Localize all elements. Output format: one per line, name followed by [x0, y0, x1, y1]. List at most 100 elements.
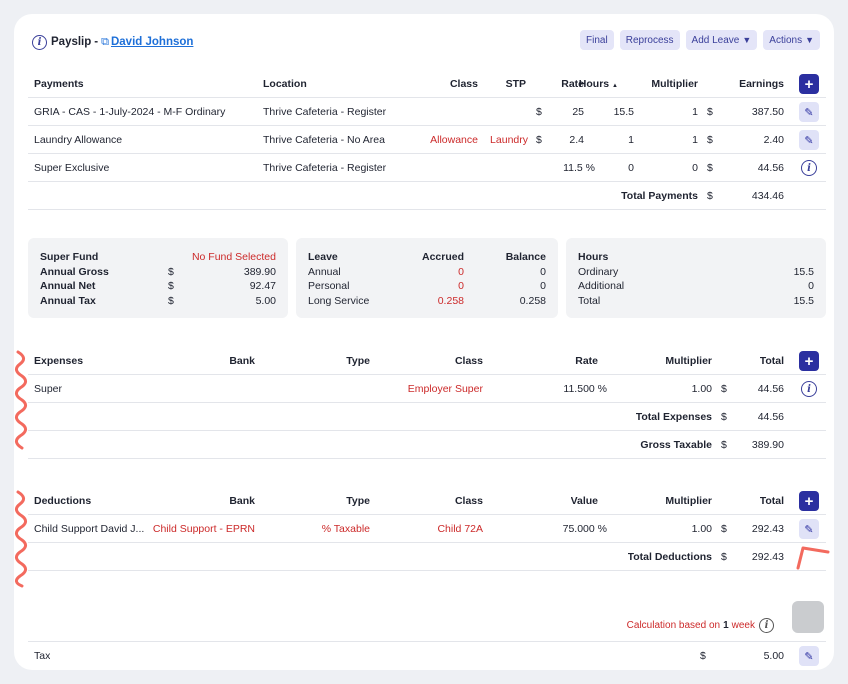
balance-header: Balance [505, 251, 546, 263]
payment-earnings-currency: $ [707, 134, 713, 146]
payment-location: Thrive Cafeteria - No Area [263, 134, 385, 146]
add-expense-button[interactable]: + [799, 351, 819, 371]
info-icon[interactable]: i [759, 618, 774, 633]
expenses-table: Expenses Bank Type Class Rate Multiplier… [28, 347, 826, 459]
col-total: Total [759, 495, 784, 507]
payments-header-row: Payments Location Class STP Rate Hours ▲… [28, 70, 826, 98]
col-multiplier: Multiplier [651, 78, 698, 90]
info-icon[interactable]: i [801, 160, 817, 176]
payment-name: GRIA - CAS - 1-July-2024 - M-F Ordinary [34, 106, 226, 118]
final-button[interactable]: Final [580, 30, 614, 50]
plus-icon: + [804, 352, 814, 370]
pencil-icon: ✎ [804, 134, 814, 147]
leave-accrued: 0 [458, 265, 464, 278]
add-leave-button[interactable]: Add Leave ▼ [685, 30, 758, 50]
deduction-value: 75.000 % [562, 523, 607, 535]
gross-taxable-label: Gross Taxable [640, 439, 712, 451]
payment-hours: 0 [628, 162, 634, 174]
deductions-total-row: Total Deductions $ 292.43 [28, 543, 826, 571]
annual-tax-currency: $ [168, 294, 174, 307]
expenses-total-row: Total Expenses $ 44.56 [28, 403, 826, 431]
super-fund-value: No Fund Selected [191, 251, 276, 263]
deduction-name: Child Support David J... [34, 523, 145, 535]
tax-currency: $ [700, 650, 706, 662]
leave-header: Leave [308, 251, 338, 263]
annual-net-currency: $ [168, 280, 174, 292]
leave-balance: 0.258 [519, 294, 546, 307]
col-bank: Bank [229, 355, 255, 367]
title-separator: - [94, 36, 99, 48]
leave-accrued: 0.258 [437, 294, 464, 307]
tax-label: Tax [34, 650, 51, 662]
leave-type: Long Service [308, 294, 370, 307]
expense-rate: 11.500 % [563, 383, 607, 395]
total-expenses-value: 44.56 [757, 411, 784, 423]
payment-multiplier: 1 [692, 134, 698, 146]
payslip-card: i Payslip - ⧉ David Johnson Final Reproc… [14, 14, 834, 670]
plus-icon: + [804, 75, 814, 93]
col-multiplier: Multiplier [665, 355, 712, 367]
edit-payment-button[interactable]: ✎ [799, 102, 819, 122]
payment-earnings: 2.40 [763, 134, 784, 146]
col-multiplier: Multiplier [665, 495, 712, 507]
reprocess-button[interactable]: Reprocess [619, 30, 680, 50]
page-title: Payslip [51, 36, 92, 48]
total-expenses-label: Total Expenses [635, 411, 712, 423]
scroll-to-top-button[interactable] [792, 601, 824, 633]
table-row: Child Support David J... Child Support -… [28, 515, 826, 543]
table-row: Laundry Allowance Thrive Cafeteria - No … [28, 126, 826, 154]
info-icon[interactable]: i [32, 34, 47, 50]
col-stp: STP [505, 78, 526, 90]
tax-table: Tax $ 5.00 ✎ [28, 641, 826, 670]
add-payment-button[interactable]: + [799, 74, 819, 94]
payment-rate: 25 [572, 106, 584, 118]
actions-button[interactable]: Actions ▼ [763, 30, 820, 50]
hours-header: Hours [578, 251, 609, 263]
pencil-icon: ✎ [804, 523, 814, 536]
edit-tax-button[interactable]: ✎ [799, 646, 819, 666]
col-type: Type [346, 355, 370, 367]
col-hours[interactable]: Hours ▲ [579, 70, 618, 98]
payment-earnings-currency: $ [707, 106, 713, 118]
expense-total: 44.56 [757, 383, 784, 395]
edit-deduction-button[interactable]: ✎ [799, 519, 819, 539]
total-deductions-value: 292.43 [751, 551, 784, 563]
hours-summary-box: Hours Ordinary 15.5 Additional 0 Total 15.5 [566, 238, 826, 318]
col-class: Class [454, 495, 483, 507]
info-icon[interactable]: i [801, 381, 817, 397]
col-hours-label: Hours [578, 78, 610, 90]
edit-payment-button[interactable]: ✎ [799, 130, 819, 150]
plus-icon: + [804, 492, 814, 510]
chevron-down-icon: ▼ [742, 35, 752, 45]
total-expenses-currency: $ [721, 411, 727, 423]
deductions-header-row: Deductions Bank Type Class Value Multipl… [28, 487, 826, 515]
payment-location: Thrive Cafeteria - Register [263, 162, 387, 174]
leave-summary-box: Leave Accrued Balance Annual 0 0 Personal 0 0 … [296, 238, 558, 318]
pencil-icon: ✎ [804, 650, 814, 663]
deductions-table: Deductions Bank Type Class Value Multipl… [28, 487, 826, 571]
expense-currency: $ [721, 383, 727, 395]
calc-count: 1 [723, 620, 729, 631]
external-link-icon[interactable]: ⧉ [101, 36, 109, 49]
col-deductions: Deductions [34, 495, 92, 507]
payment-earnings: 44.56 [757, 162, 784, 174]
employee-link[interactable]: David Johnson [111, 36, 193, 48]
leave-balance: 0 [540, 280, 546, 292]
deduction-multiplier: 1.00 [691, 523, 712, 535]
payment-class: Allowance [430, 134, 478, 146]
col-payments: Payments [34, 78, 84, 90]
deduction-total: 292.43 [751, 523, 784, 535]
super-summary-box: Super Fund No Fund Selected Annual Gross $… [28, 238, 288, 318]
leave-accrued: 0 [458, 280, 464, 292]
hours-type: Total [578, 294, 601, 307]
pencil-icon: ✎ [804, 106, 814, 119]
payment-multiplier: 1 [692, 106, 698, 118]
hours-type: Ordinary [578, 265, 619, 278]
leave-type: Annual [308, 265, 341, 278]
payslip-header: i Payslip - ⧉ David Johnson [32, 32, 193, 52]
col-class: Class [454, 355, 483, 367]
payment-hours: 1 [628, 134, 634, 146]
add-deduction-button[interactable]: + [799, 491, 819, 511]
col-bank: Bank [229, 495, 255, 507]
annual-gross-currency: $ [168, 265, 174, 278]
